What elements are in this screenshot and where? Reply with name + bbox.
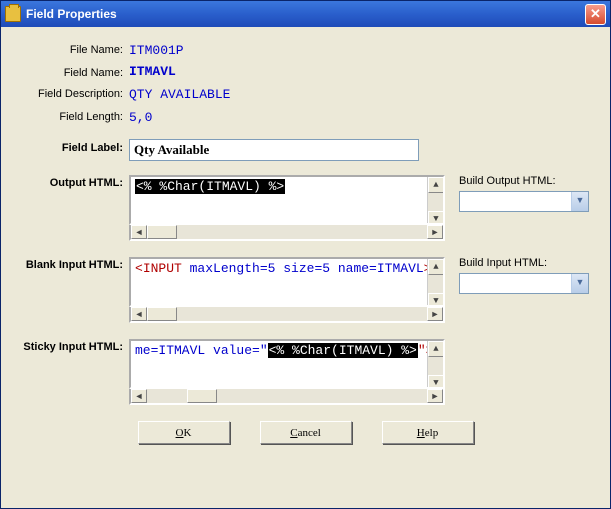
hscrollbar[interactable]: ◄ ►: [129, 307, 445, 323]
hscrollbar[interactable]: ◄ ►: [129, 389, 445, 405]
scroll-right-icon[interactable]: ►: [427, 307, 443, 321]
hscroll-thumb[interactable]: [187, 389, 217, 403]
scroll-right-icon[interactable]: ►: [427, 225, 443, 239]
scroll-left-icon[interactable]: ◄: [131, 225, 147, 239]
vscrollbar[interactable]: ▲ ▼: [427, 259, 443, 307]
chevron-down-icon[interactable]: ▼: [571, 192, 588, 211]
scroll-down-icon[interactable]: ▼: [428, 375, 444, 389]
scroll-up-icon[interactable]: ▲: [428, 341, 444, 357]
scroll-down-icon[interactable]: ▼: [428, 293, 444, 307]
build-output-html-label: Build Output HTML:: [459, 175, 579, 187]
scroll-right-icon[interactable]: ►: [427, 389, 443, 403]
field-properties-window: Field Properties ✕ File Name: ITM001P Fi…: [0, 0, 611, 509]
close-button[interactable]: ✕: [585, 4, 606, 25]
sticky-input-html-textarea[interactable]: me=ITMAVL value="<% %Char(ITMAVL) %>"> ▲…: [129, 339, 445, 389]
scroll-left-icon[interactable]: ◄: [131, 389, 147, 403]
blank-input-html-label: Blank Input HTML:: [19, 257, 129, 271]
vscrollbar[interactable]: ▲ ▼: [427, 341, 443, 389]
blank-input-html-textarea[interactable]: <INPUT maxLength=5 size=5 name=ITMAVL> ▲…: [129, 257, 445, 307]
output-html-label: Output HTML:: [19, 175, 129, 189]
button-row: OK Cancel Help: [19, 421, 592, 444]
field-label-label: Field Label:: [19, 139, 129, 154]
titlebar[interactable]: Field Properties ✕: [1, 1, 610, 27]
vscrollbar[interactable]: ▲ ▼: [427, 177, 443, 225]
field-label-input[interactable]: [129, 139, 419, 161]
field-desc-label: Field Description:: [19, 85, 129, 100]
sticky-input-html-label: Sticky Input HTML:: [19, 339, 129, 353]
dialog-content: File Name: ITM001P Field Name: ITMAVL Fi…: [1, 27, 610, 454]
build-output-html-combo[interactable]: ▼: [459, 191, 589, 212]
scroll-up-icon[interactable]: ▲: [428, 259, 444, 275]
hscroll-thumb[interactable]: [147, 307, 177, 321]
field-length-label: Field Length:: [19, 108, 129, 123]
hscrollbar[interactable]: ◄ ►: [129, 225, 445, 241]
box-icon: [5, 6, 21, 22]
build-input-html-label: Build Input HTML:: [459, 257, 579, 269]
chevron-down-icon[interactable]: ▼: [571, 274, 588, 293]
output-html-code: <% %Char(ITMAVL) %>: [135, 179, 285, 194]
field-length-value: 5,0: [129, 108, 152, 125]
field-name-label: Field Name:: [19, 64, 129, 79]
scroll-up-icon[interactable]: ▲: [428, 177, 444, 193]
window-title: Field Properties: [26, 7, 117, 21]
output-html-textarea[interactable]: <% %Char(ITMAVL) %> ▲ ▼: [129, 175, 445, 225]
scroll-down-icon[interactable]: ▼: [428, 211, 444, 225]
cancel-button[interactable]: Cancel: [260, 421, 352, 444]
hscroll-thumb[interactable]: [147, 225, 177, 239]
ok-button[interactable]: OK: [138, 421, 230, 444]
field-name-value: ITMAVL: [129, 64, 176, 79]
help-button[interactable]: Help: [382, 421, 474, 444]
file-name-label: File Name:: [19, 41, 129, 56]
build-input-html-combo[interactable]: ▼: [459, 273, 589, 294]
field-desc-value: QTY AVAILABLE: [129, 85, 230, 102]
scroll-left-icon[interactable]: ◄: [131, 307, 147, 321]
file-name-value: ITM001P: [129, 41, 184, 58]
